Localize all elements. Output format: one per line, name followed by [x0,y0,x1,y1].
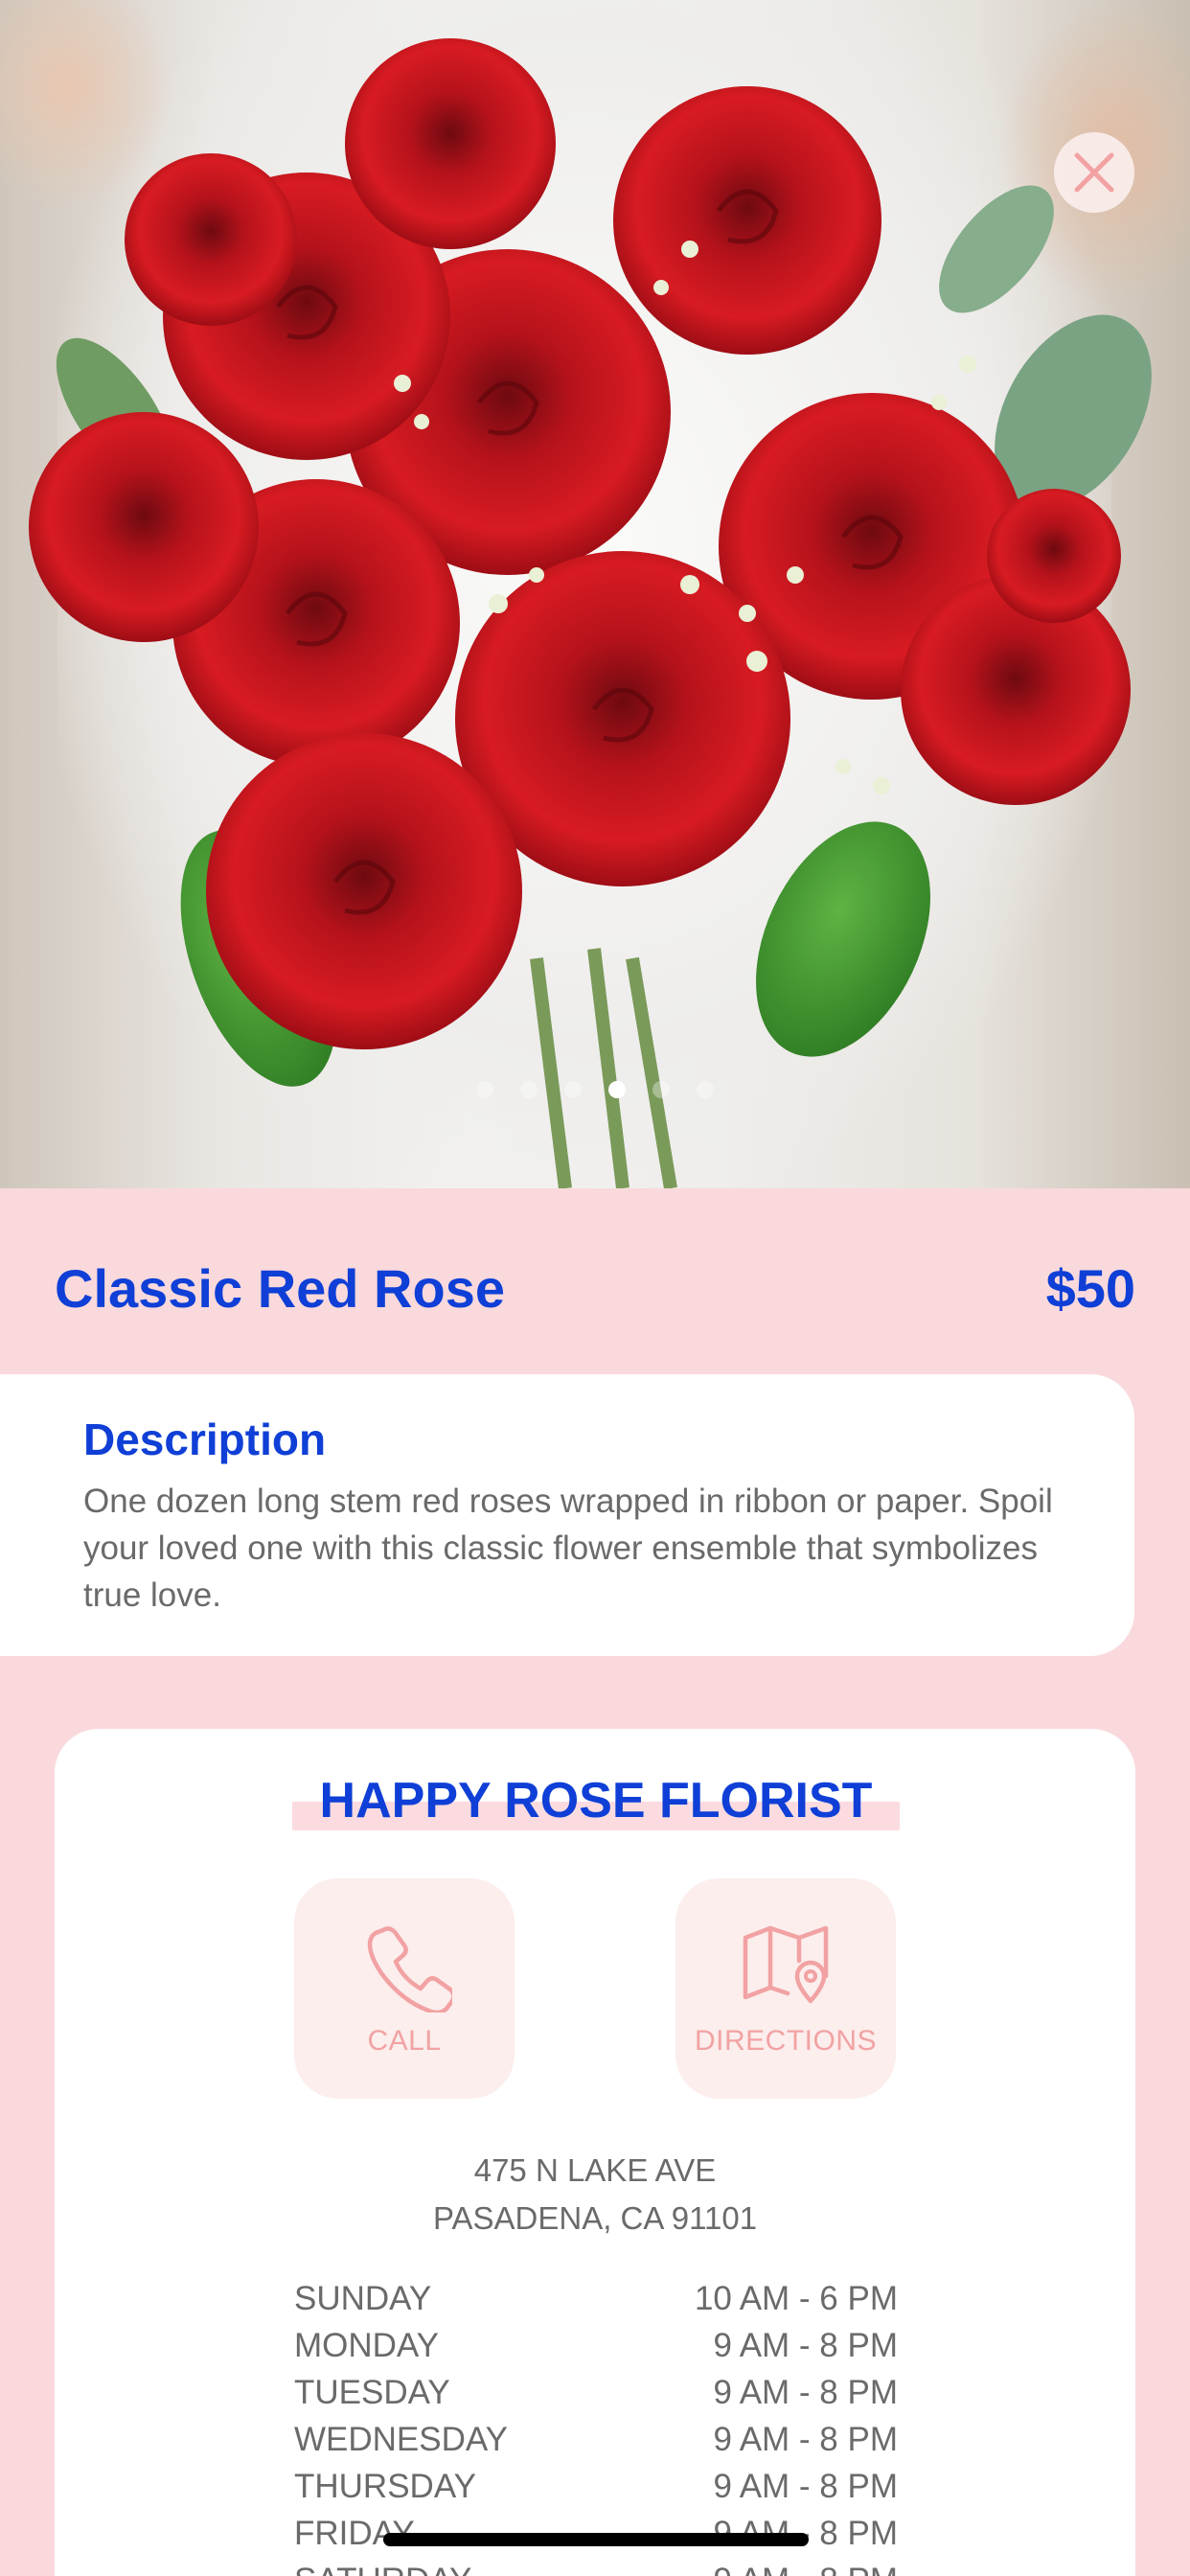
close-icon [1074,152,1114,193]
description-text: One dozen long stem red roses wrapped in… [83,1483,1053,1614]
hours-row: SUNDAY 10 AM - 6 PM [294,2275,898,2322]
product-price: $50 [1045,1258,1135,1319]
carousel-dot[interactable] [697,1081,714,1098]
carousel-dot[interactable] [652,1081,670,1098]
close-button[interactable] [1054,132,1134,213]
address-line-2: PASADENA, CA 91101 [432,2200,758,2236]
hours-time: 10 AM - 6 PM [694,2280,898,2317]
hours-day: WEDNESDAY [294,2421,508,2458]
hours-time: 9 AM - 8 PM [713,2421,898,2458]
hours-day: MONDAY [294,2327,440,2364]
description-title: Description [83,1414,327,1464]
product-header: Classic Red Rose $50 [55,1255,1135,1322]
carousel-dot[interactable] [608,1081,626,1098]
hours-day: SUNDAY [294,2280,432,2317]
hours-time: 9 AM - 8 PM [713,2468,898,2505]
store-name: HAPPY ROSE FLORIST [319,1773,873,1828]
hours-row: WEDNESDAY 9 AM - 8 PM [294,2416,898,2463]
bouquet-illustration [29,38,1152,1188]
directions-label: DIRECTIONS [694,2025,877,2057]
store-card: HAPPY ROSE FLORIST CALL DIRECTIONS 475 N… [55,1729,1135,2576]
store-address[interactable]: 475 N LAKE AVE PASADENA, CA 91101 [55,2147,1135,2242]
call-label: CALL [367,2025,442,2057]
hours-day: THURSDAY [294,2468,476,2505]
home-indicator[interactable] [383,2533,809,2546]
hours-time: 9 AM - 8 PM [713,2557,898,2576]
hours-row: TUESDAY 9 AM - 8 PM [294,2369,898,2416]
carousel-dot[interactable] [564,1081,582,1098]
store-title: HAPPY ROSE FLORIST [292,1767,900,1834]
hours-row: MONDAY 9 AM - 8 PM [294,2322,898,2369]
product-name: Classic Red Rose [55,1258,505,1319]
hours-day: TUESDAY [294,2374,450,2411]
carousel-dots[interactable] [0,1081,1190,1098]
call-button[interactable]: CALL [294,1878,515,2099]
store-hours: SUNDAY 10 AM - 6 PM MONDAY 9 AM - 8 PM T… [294,2275,898,2576]
hours-row: THURSDAY 9 AM - 8 PM [294,2463,898,2510]
hours-time: 9 AM - 8 PM [713,2374,898,2411]
directions-button[interactable]: DIRECTIONS [675,1878,896,2099]
hours-row: SATURDAY 9 AM - 8 PM [294,2557,898,2576]
phone-icon [367,1926,452,2012]
map-pin-icon [743,1925,829,2004]
hours-day: SATURDAY [294,2557,471,2576]
carousel-dot[interactable] [520,1081,538,1098]
hours-time: 9 AM - 8 PM [713,2327,898,2364]
carousel-dot[interactable] [476,1081,493,1098]
description-card: Description One dozen long stem red rose… [0,1374,1134,1656]
address-line-1: 475 N LAKE AVE [473,2152,717,2188]
product-image[interactable] [0,0,1190,1188]
